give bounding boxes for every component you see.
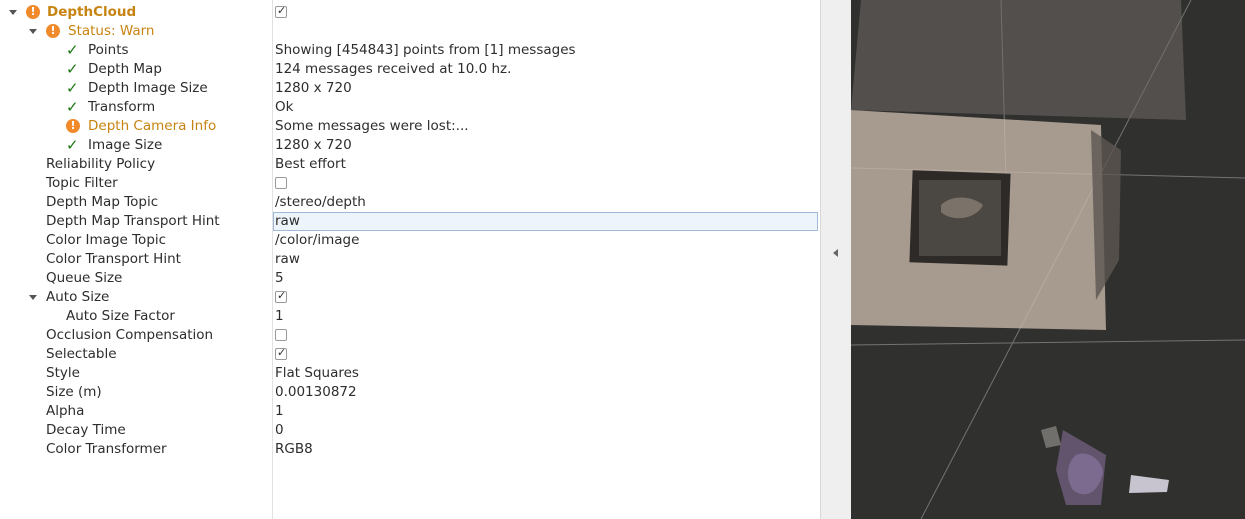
grid-line [851,339,1245,346]
property-value-editor[interactable]: raw [273,212,818,231]
status-item-value: Ok [275,99,294,115]
status-item-name: Points [88,42,129,58]
status-item-depth-image-size[interactable]: ✓ Depth Image Size 1280 x 720 [0,79,819,98]
collapse-arrow-icon[interactable] [9,10,17,15]
property-topic-filter[interactable]: Topic Filter [0,174,819,193]
property-depth-map-topic[interactable]: Depth Map Topic /stereo/depth [0,193,819,212]
property-name: Topic Filter [46,175,118,191]
warning-icon: ! [66,119,80,133]
property-name: Reliability Policy [46,156,156,172]
display-enabled-checkbox[interactable]: ✓ [275,4,287,18]
property-color-transformer[interactable]: Color Transformer RGB8 [0,440,819,459]
property-name: Color Image Topic [46,232,167,248]
property-value[interactable]: Best effort [273,155,818,174]
checkmark-icon: ✓ [277,4,287,17]
property-value[interactable]: 1 [273,402,818,421]
status-item-name: Depth Camera Info [88,118,217,134]
property-value[interactable]: 1 [273,307,818,326]
property-auto-size[interactable]: Auto Size ✓ [0,288,819,307]
panel-splitter[interactable] [820,0,852,519]
property-color-image-topic[interactable]: Color Image Topic /color/image [0,231,819,250]
selectable-checkbox[interactable]: ✓ [275,346,287,360]
property-name: Style [46,365,80,381]
properties-panel: ! DepthCloud ✓ ! Status: Warn ✓ Points S… [0,0,821,519]
property-name: Decay Time [46,422,126,438]
property-name: Selectable [46,346,117,362]
status-item-points[interactable]: ✓ Points Showing [454843] points from [1… [0,41,819,60]
status-item-name: Image Size [88,137,163,153]
property-value[interactable]: 0 [273,421,818,440]
check-icon: ✓ [66,136,79,154]
depth-cloud-render [851,0,1245,519]
checkmark-icon: ✓ [277,289,287,302]
status-item-value: Some messages were lost:... [275,118,469,134]
status-row[interactable]: ! Status: Warn [0,22,819,41]
status-item-name: Transform [88,99,156,115]
property-size-m[interactable]: Size (m) 0.00130872 [0,383,819,402]
property-name: Alpha [46,403,85,419]
property-decay-time[interactable]: Decay Time 0 [0,421,819,440]
property-name: Size (m) [46,384,102,400]
display-row-depthcloud[interactable]: ! DepthCloud ✓ [0,3,819,22]
property-name: Auto Size [46,289,110,305]
property-color-transport-hint[interactable]: Color Transport Hint raw [0,250,819,269]
property-occlusion-compensation[interactable]: Occlusion Compensation [0,326,819,345]
status-item-name: Depth Map [88,61,162,77]
property-alpha[interactable]: Alpha 1 [0,402,819,421]
property-value[interactable]: Flat Squares [273,364,818,383]
status-item-depth-camera-info[interactable]: ! Depth Camera Info Some messages were l… [0,117,819,136]
property-queue-size[interactable]: Queue Size 5 [0,269,819,288]
collapse-arrow-icon[interactable] [29,295,37,300]
status-label: Status: Warn [68,23,155,39]
topic-filter-checkbox[interactable] [275,177,287,189]
property-value[interactable]: 0.00130872 [273,383,818,402]
property-name: Depth Map Transport Hint [46,213,220,229]
property-name: Depth Map Topic [46,194,159,210]
collapse-arrow-icon[interactable] [29,29,37,34]
occlusion-compensation-checkbox[interactable] [275,329,287,341]
property-style[interactable]: Style Flat Squares [0,364,819,383]
property-name: Queue Size [46,270,123,286]
check-icon: ✓ [66,98,79,116]
property-name: Auto Size Factor [66,308,175,324]
warning-icon: ! [46,24,60,38]
property-name: Color Transport Hint [46,251,181,267]
property-value[interactable]: raw [273,250,818,269]
check-icon: ✓ [66,60,79,78]
property-value[interactable]: /color/image [273,231,818,250]
status-item-value: 124 messages received at 10.0 hz. [275,61,512,77]
status-item-name: Depth Image Size [88,80,208,96]
status-item-depth-map[interactable]: ✓ Depth Map 124 messages received at 10.… [0,60,819,79]
check-icon: ✓ [66,79,79,97]
property-reliability-policy[interactable]: Reliability Policy Best effort [0,155,819,174]
display-name: DepthCloud [47,4,137,20]
property-value[interactable]: /stereo/depth [273,193,818,212]
status-item-value: 1280 x 720 [275,80,352,96]
property-selectable[interactable]: Selectable ✓ [0,345,819,364]
property-auto-size-factor[interactable]: Auto Size Factor 1 [0,307,819,326]
collapse-left-icon[interactable] [833,249,838,257]
warning-icon: ! [26,5,40,19]
status-item-transform[interactable]: ✓ Transform Ok [0,98,819,117]
status-item-image-size[interactable]: ✓ Image Size 1280 x 720 [0,136,819,155]
point-cloud [851,0,1186,505]
check-icon: ✓ [66,41,79,59]
auto-size-checkbox[interactable]: ✓ [275,289,287,303]
property-depth-map-transport-hint[interactable]: Depth Map Transport Hint raw [0,212,819,231]
3d-viewport[interactable] [851,0,1245,519]
property-name: Color Transformer [46,441,167,457]
checkmark-icon: ✓ [277,346,287,359]
status-item-value: Showing [454843] points from [1] message… [275,42,576,58]
property-name: Occlusion Compensation [46,327,214,343]
status-item-value: 1280 x 720 [275,137,352,153]
property-value[interactable]: 5 [273,269,818,288]
property-value[interactable]: RGB8 [273,440,818,459]
